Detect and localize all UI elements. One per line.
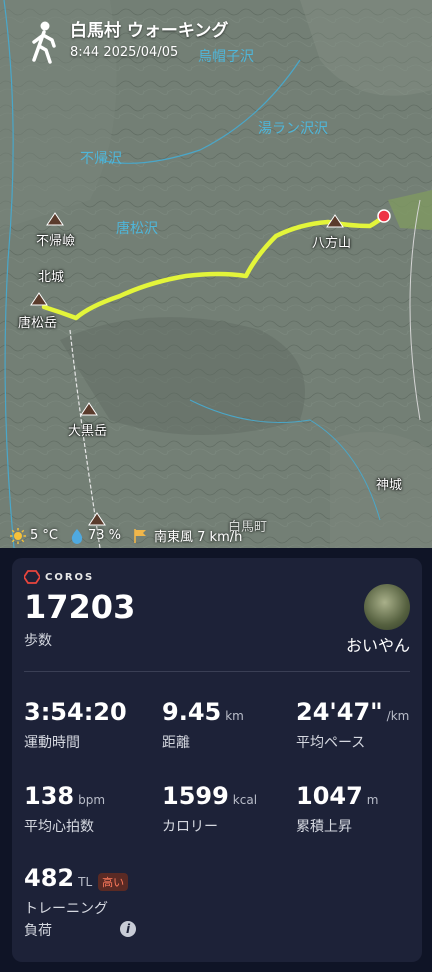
terrain-map: [0, 0, 432, 548]
stat-label: 平均心拍数: [24, 819, 94, 835]
stat-value: 1047: [296, 782, 363, 810]
stat-value: 24'47": [296, 698, 383, 726]
stat-unit: kcal: [232, 793, 258, 807]
coros-logo-icon: [24, 570, 40, 584]
stat-label: トレーニング: [24, 901, 108, 917]
stat-unit: /km: [386, 709, 410, 723]
stat-value: 482: [24, 864, 75, 892]
river-label: 湯ラン沢沢: [258, 121, 328, 137]
activity-title: 白馬村 ウォーキング: [70, 21, 229, 41]
temperature: 5 °C: [30, 528, 58, 543]
stat-label: 運動時間: [24, 735, 80, 751]
walking-person-icon: [32, 21, 56, 64]
stat-label: カロリー: [162, 819, 218, 835]
pace-stat: 24'47"/km 平均ペース: [296, 698, 409, 752]
weather-bar: 5 °C 73 % 南東風 7 km/h: [10, 526, 246, 545]
stat-label: 平均ペース: [296, 735, 366, 751]
status-badge: 高い: [98, 872, 129, 891]
stat-value: 3:54:20: [24, 698, 127, 726]
stat-value: 9.45: [162, 698, 222, 726]
peak-label: 大黒岳: [68, 424, 108, 439]
stat-label: 累積上昇: [296, 819, 352, 835]
stat-unit: TL: [78, 875, 93, 889]
avatar[interactable]: [364, 584, 410, 630]
steps-stat: 17203 歩数: [24, 588, 135, 650]
humidity-drop-icon: [71, 528, 83, 544]
user-name: おいやん: [345, 636, 410, 655]
coros-logo: COROS: [24, 570, 94, 584]
peak-icon: [46, 212, 64, 226]
stat-unit: bpm: [78, 793, 106, 807]
humidity: 73 %: [87, 528, 122, 543]
route-map[interactable]: 白馬村 ウォーキング 8:44 2025/04/05 烏帽子沢 不帰沢 唐松沢 …: [0, 0, 432, 548]
stat-label: 負荷: [24, 923, 52, 939]
peak-label: 不帰嶮: [36, 234, 76, 249]
stat-value: 138: [24, 782, 75, 810]
stat-label: 距離: [162, 735, 190, 751]
calories-stat: 1599 kcal カロリー: [162, 782, 257, 836]
peak-label: 唐松岳: [18, 316, 58, 331]
river-label: 烏帽子沢: [198, 49, 254, 65]
divider: [24, 671, 410, 672]
peak-icon: [88, 512, 106, 526]
river-label: 不帰沢: [80, 151, 122, 167]
river-label: 唐松沢: [116, 221, 158, 237]
steps-value: 17203: [24, 588, 136, 626]
training-load-stat: 482 TL 高い トレーニング 負荷: [24, 864, 129, 940]
peak-icon: [30, 292, 48, 306]
wind-flag-icon: [134, 528, 147, 543]
info-icon[interactable]: i: [120, 921, 136, 937]
peak-icon: [80, 402, 98, 416]
heart-rate-stat: 138 bpm 平均心拍数: [24, 782, 105, 836]
stat-unit: m: [366, 793, 379, 807]
place-label: 北城: [38, 270, 65, 285]
peak-label: 八方山: [312, 236, 352, 251]
stat-value: 1599: [162, 782, 229, 810]
peak-icon: [326, 214, 344, 228]
distance-stat: 9.45 km 距離: [162, 698, 244, 752]
elevation-gain-stat: 1047 m 累積上昇: [296, 782, 379, 836]
activity-summary-card: COROS 17203 歩数 おいやん 3:54:20 運動時間 9.45 km …: [12, 558, 422, 962]
place-label: 神城: [376, 478, 403, 493]
duration-stat: 3:54:20 運動時間: [24, 698, 127, 752]
steps-label: 歩数: [24, 633, 52, 649]
stat-unit: km: [225, 709, 244, 723]
sun-icon: [10, 527, 26, 544]
wind: 南東風 7 km/h: [154, 530, 243, 545]
